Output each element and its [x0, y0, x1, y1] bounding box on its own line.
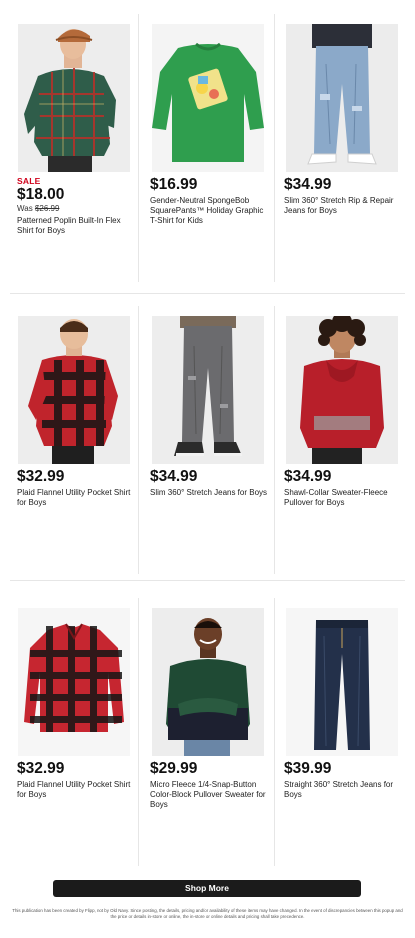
product-price: $32.99 [17, 760, 65, 777]
rip-repair-jeans-image [286, 24, 398, 172]
product-card[interactable]: SALE $18.00 Was $26.99 Patterned Poplin … [0, 14, 133, 286]
product-card[interactable]: $16.99 Gender-Neutral SpongeBob SquarePa… [138, 14, 271, 286]
product-info: $32.99 Plaid Flannel Utility Pocket Shir… [17, 468, 135, 508]
product-name[interactable]: Slim 360° Stretch Jeans for Boys [150, 488, 268, 498]
product-row: SALE $18.00 Was $26.99 Patterned Poplin … [0, 14, 415, 286]
product-info: $32.99 Plaid Flannel Utility Pocket Shir… [17, 760, 135, 800]
product-card[interactable]: $39.99 Straight 360° Stretch Jeans for B… [276, 598, 409, 870]
product-image[interactable] [18, 316, 130, 464]
product-image[interactable] [152, 608, 264, 756]
product-info: $34.99 Shawl-Collar Sweater-Fleece Pullo… [284, 468, 406, 508]
product-name[interactable]: Slim 360° Stretch Rip & Repair Jeans for… [284, 196, 406, 216]
product-card[interactable]: $29.99 Micro Fleece 1/4-Snap-Button Colo… [138, 598, 271, 870]
product-image[interactable] [286, 24, 398, 172]
boy-red-plaid-shirt-image [18, 316, 130, 464]
product-name[interactable]: Straight 360° Stretch Jeans for Boys [284, 780, 406, 800]
row-divider [10, 580, 405, 581]
green-graphic-tee-image [152, 24, 264, 172]
row-divider [10, 293, 405, 294]
product-name[interactable]: Plaid Flannel Utility Pocket Shirt for B… [17, 780, 135, 800]
product-name[interactable]: Shawl-Collar Sweater-Fleece Pullover for… [284, 488, 406, 508]
product-price: $32.99 [17, 468, 65, 485]
product-name[interactable]: Patterned Poplin Built-In Flex Shirt for… [17, 216, 135, 236]
product-row: $32.99 Plaid Flannel Utility Pocket Shir… [0, 598, 415, 870]
product-image[interactable] [152, 24, 264, 172]
product-image[interactable] [286, 316, 398, 464]
dark-straight-jeans-image [286, 608, 398, 756]
product-card[interactable]: $34.99 Slim 360° Stretch Jeans for Boys [138, 306, 271, 578]
boy-red-pullover-image [286, 316, 398, 464]
product-price: $34.99 [150, 468, 198, 485]
product-info: $34.99 Slim 360° Stretch Rip & Repair Je… [284, 176, 406, 216]
product-image[interactable] [18, 24, 130, 172]
boy-plaid-shirt-image [18, 24, 130, 172]
product-info: $34.99 Slim 360° Stretch Jeans for Boys [150, 468, 268, 498]
disclaimer-text: This publication has been created by Fli… [12, 908, 403, 919]
was-price: Was $26.99 [17, 204, 135, 214]
product-price: $34.99 [284, 176, 332, 193]
column-divider [274, 306, 275, 574]
column-divider [274, 598, 275, 866]
product-name[interactable]: Plaid Flannel Utility Pocket Shirt for B… [17, 488, 135, 508]
product-card[interactable]: $34.99 Slim 360° Stretch Rip & Repair Je… [276, 14, 409, 286]
shop-more-button[interactable]: Shop More [53, 880, 361, 897]
product-name[interactable]: Micro Fleece 1/4-Snap-Button Color-Block… [150, 780, 268, 809]
product-info: $16.99 Gender-Neutral SpongeBob SquarePa… [150, 176, 268, 225]
gray-jeans-image [152, 316, 264, 464]
red-plaid-shirt-flat-image [18, 608, 130, 756]
product-name[interactable]: Gender-Neutral SpongeBob SquarePants™ Ho… [150, 196, 268, 225]
product-card[interactable]: $34.99 Shawl-Collar Sweater-Fleece Pullo… [276, 306, 409, 578]
original-price: $26.99 [34, 204, 60, 213]
product-row: $32.99 Plaid Flannel Utility Pocket Shir… [0, 306, 415, 578]
product-card[interactable]: $32.99 Plaid Flannel Utility Pocket Shir… [0, 306, 133, 578]
column-divider [274, 14, 275, 282]
product-info: SALE $18.00 Was $26.99 Patterned Poplin … [17, 176, 135, 236]
product-image[interactable] [18, 608, 130, 756]
product-info: $39.99 Straight 360° Stretch Jeans for B… [284, 760, 406, 800]
product-price: $39.99 [284, 760, 332, 777]
product-card[interactable]: $32.99 Plaid Flannel Utility Pocket Shir… [0, 598, 133, 870]
was-label: Was [17, 204, 33, 213]
product-image[interactable] [152, 316, 264, 464]
product-info: $29.99 Micro Fleece 1/4-Snap-Button Colo… [150, 760, 268, 809]
product-price: $16.99 [150, 176, 198, 193]
product-price: $34.99 [284, 468, 332, 485]
sale-badge: SALE [17, 176, 41, 186]
product-price: $18.00 [17, 186, 65, 203]
product-image[interactable] [286, 608, 398, 756]
product-price: $29.99 [150, 760, 198, 777]
boy-fleece-pullover-image [152, 608, 264, 756]
